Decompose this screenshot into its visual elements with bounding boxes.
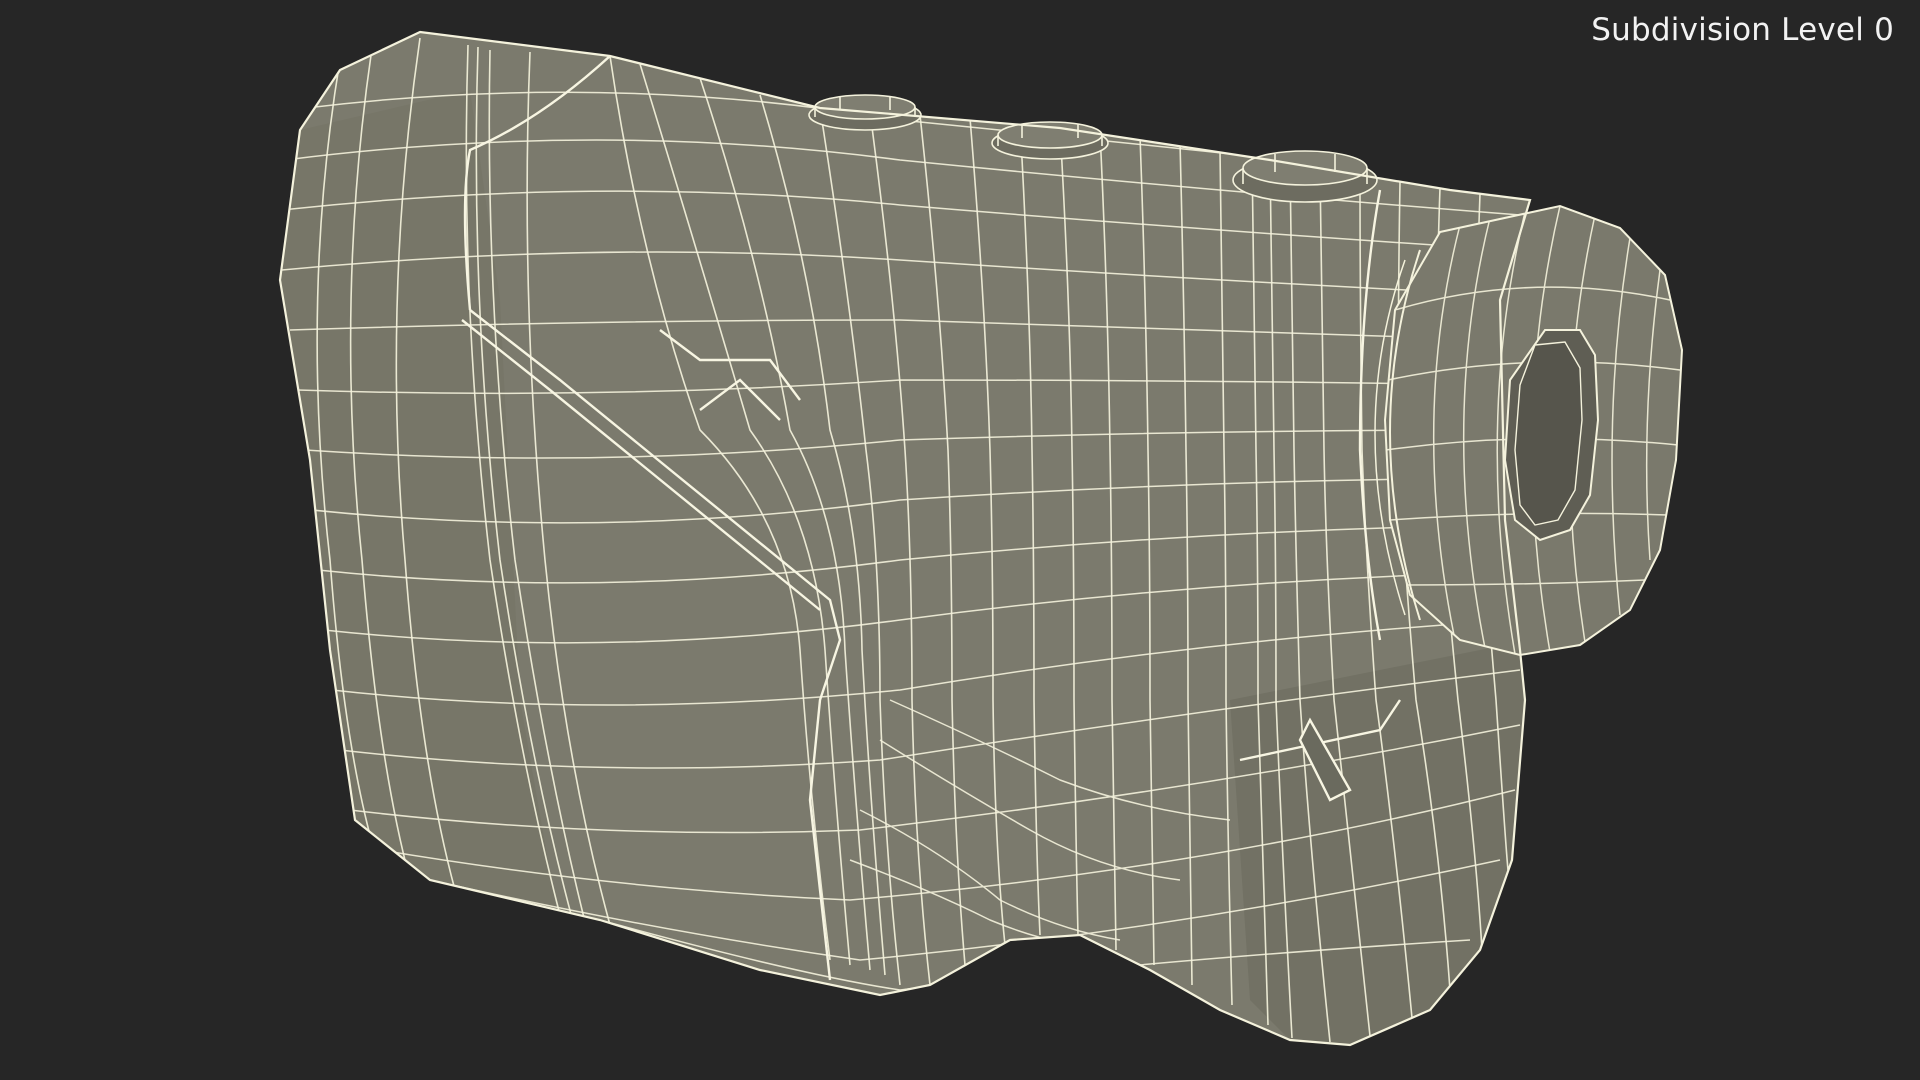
subdivision-level-label: Subdivision Level 0 bbox=[1591, 12, 1894, 48]
eyepiece bbox=[1374, 204, 1684, 657]
rangefinder-wireframe-model bbox=[278, 30, 1684, 1047]
3d-viewport[interactable]: Subdivision Level 0 bbox=[0, 0, 1920, 1080]
